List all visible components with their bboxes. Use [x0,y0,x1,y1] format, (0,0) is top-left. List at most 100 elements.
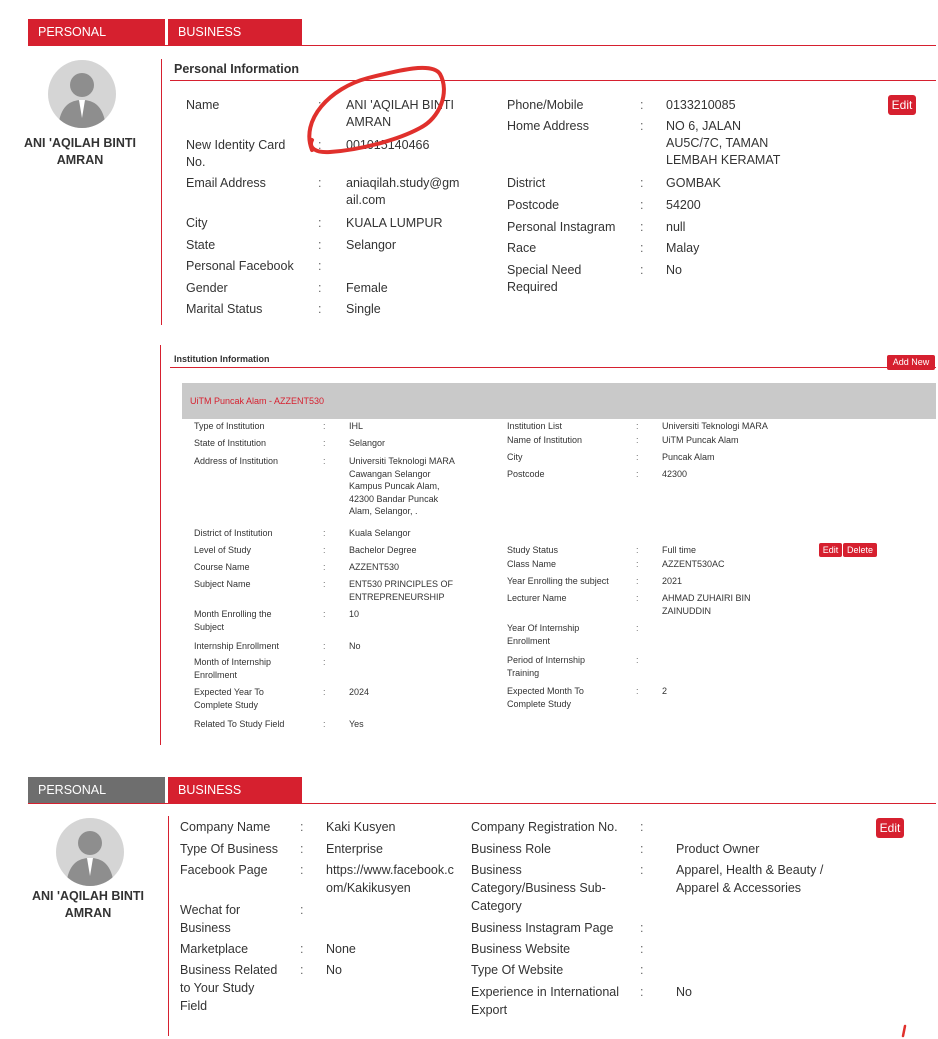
field-colon: : [640,263,644,277]
field-label: Business Role [471,842,551,856]
field-colon: : [323,421,326,431]
field-label: Marital Status [186,302,263,316]
field-value: aniaqilah.study@gm [346,176,460,190]
field-label: Company Registration No. [471,820,618,834]
field-value: Enterprise [326,842,383,856]
user-avatar-icon [58,73,106,128]
field-colon: : [318,138,322,152]
field-value: Selangor [346,238,397,252]
field-label: Marketplace [180,942,249,956]
field-value: IHL [349,421,364,431]
field-label: Type Of Business [180,842,278,856]
edit-personal-button[interactable]: Edit [888,95,916,115]
field-value: UiTM Puncak Alam [662,435,739,445]
field-label: Related To Study Field [194,719,285,729]
field-colon: : [636,452,639,462]
field-colon: : [318,176,322,190]
field-value: Apparel & Accessories [676,881,802,895]
profile-name-line2-2: AMRAN [64,906,112,920]
field-label: Personal Instagram [507,220,616,234]
field-value: None [326,942,356,956]
field-label: Institution List [507,421,563,431]
field-value: LEMBAH KERAMAT [666,153,781,167]
field-label: State of Institution [194,438,267,448]
field-label: Subject [194,621,225,632]
profile-name: ANI 'AQILAH BINTI AMRAN [20,135,140,169]
edit-business-button[interactable]: Edit [876,818,904,838]
field-label: Special Need [507,263,582,277]
field-colon: : [636,545,639,555]
field-colon: : [318,98,322,112]
field-value: GOMBAK [666,176,721,190]
field-label: Email Address [186,176,266,190]
field-value: AHMAD ZUHAIRI BIN [662,593,751,603]
field-label: Business [180,921,231,935]
add-new-institution-button[interactable]: Add New [887,355,935,370]
field-colon: : [640,820,644,834]
field-value: null [666,220,686,234]
field-label: Year Of Internship [507,623,580,633]
field-value: Female [346,281,388,295]
field-label: Export [471,1003,508,1017]
field-value: Single [346,302,381,316]
field-value: AZZENT530AC [662,559,725,569]
field-label: Training [507,667,540,678]
tab-underline-2 [28,803,936,804]
field-label: Enrollment [194,669,238,680]
field-label: Field [180,999,208,1013]
institution-card-header[interactable]: UiTM Puncak Alam - AZZENT530 [182,383,936,419]
field-colon: : [636,623,639,633]
edit-institution-button[interactable]: Edit [819,543,842,557]
field-label: Month Enrolling the [194,609,272,619]
field-colon: : [640,198,644,212]
field-value: Puncak Alam [662,452,715,462]
field-colon: : [640,942,644,956]
field-value: ENT530 PRINCIPLES OF [349,579,454,589]
field-label: Type of Institution [194,421,265,431]
field-label: State [186,238,216,252]
tab-underline [28,45,936,46]
field-colon: : [636,593,639,603]
field-colon: : [318,238,322,252]
tab-personal-profile-2[interactable]: PERSONAL PROFILE [28,777,165,823]
field-label: Course Name [194,562,250,572]
field-label: Study Status [507,545,559,555]
field-value: 42300 Bandar Puncak [349,493,439,504]
field-label: District of Institution [194,528,273,538]
field-label: Home Address [507,119,589,133]
field-label: Name of Institution [507,435,583,445]
field-label: Level of Study [194,545,252,555]
field-colon: : [640,176,644,190]
tab-business-profile-2[interactable]: BUSINESS PROFILE [168,777,302,823]
field-value: Universiti Teknologi MARA [349,456,455,466]
field-label: Postcode [507,469,545,479]
field-label: New Identity Card [186,138,286,152]
field-colon: : [300,820,304,834]
tab-personal-profile[interactable]: PERSONAL PROFILE [28,19,165,65]
institution-card-title: UiTM Puncak Alam - AZZENT530 [190,396,325,406]
field-colon: : [300,903,304,917]
field-colon: : [640,842,644,856]
field-colon: : [323,579,326,589]
field-value: Malay [666,241,700,255]
field-value: Kampus Puncak Alam, [349,481,440,491]
field-value: Bachelor Degree [349,545,417,555]
field-value: ail.com [346,193,386,207]
field-colon: : [318,216,322,230]
institution-title-underline [170,367,936,368]
field-label: Class Name [507,559,557,569]
delete-institution-button[interactable]: Delete [843,543,877,557]
field-label: Business Related [180,963,278,977]
field-label: Internship Enrollment [194,641,280,651]
field-label: Complete Study [194,699,259,710]
field-label: Period of Internship [507,655,586,665]
field-label: Phone/Mobile [507,98,584,112]
field-label: to Your Study [180,981,255,995]
field-label: Facebook Page [180,863,268,877]
field-colon: : [323,641,326,651]
field-colon: : [323,719,326,729]
tab-business-profile[interactable]: BUSINESS PROFILE [168,19,302,65]
field-value: 54200 [666,198,701,212]
field-colon: : [640,985,644,999]
field-label: Category/Business Sub- [471,881,606,895]
